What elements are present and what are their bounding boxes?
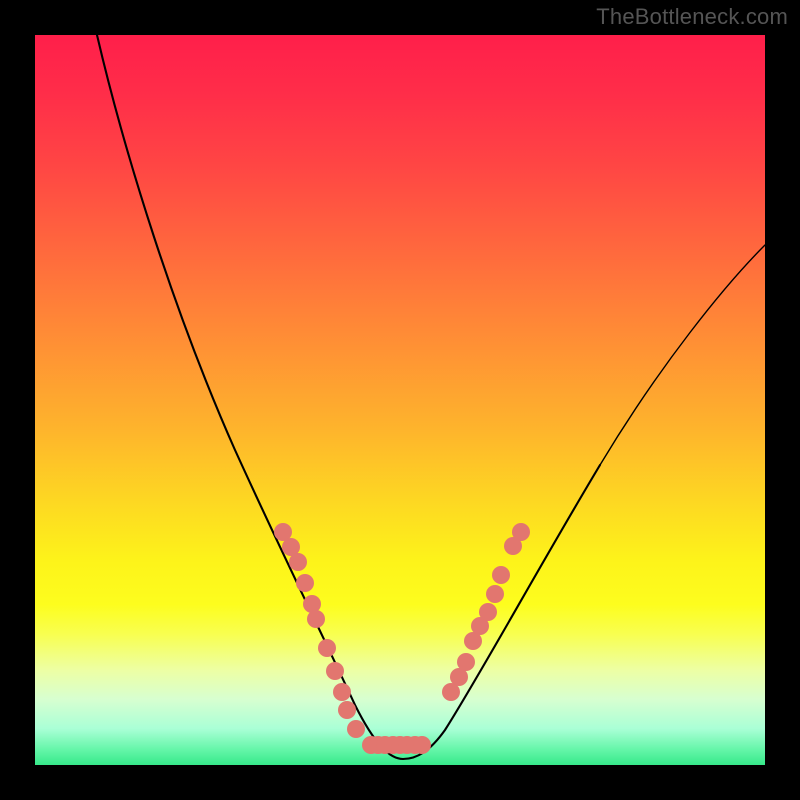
marker-dot bbox=[512, 523, 530, 541]
marker-dot bbox=[479, 603, 497, 621]
trough-markers bbox=[362, 736, 431, 754]
marker-dot bbox=[413, 736, 431, 754]
marker-dot bbox=[347, 720, 365, 738]
watermark-text: TheBottleneck.com bbox=[596, 4, 788, 30]
chart-svg bbox=[35, 35, 765, 765]
marker-dot bbox=[296, 574, 314, 592]
marker-dot bbox=[492, 566, 510, 584]
marker-dot bbox=[338, 701, 356, 719]
curve-right-tail bbox=[600, 245, 765, 465]
marker-dot bbox=[307, 610, 325, 628]
plot-area bbox=[35, 35, 765, 765]
marker-dot bbox=[333, 683, 351, 701]
right-cluster-markers bbox=[442, 523, 530, 701]
marker-dot bbox=[289, 553, 307, 571]
marker-dot bbox=[318, 639, 336, 657]
marker-dot bbox=[486, 585, 504, 603]
bottleneck-curve bbox=[97, 35, 765, 759]
curve-right bbox=[403, 465, 600, 759]
chart-frame: TheBottleneck.com bbox=[0, 0, 800, 800]
curve-left bbox=[97, 35, 403, 759]
marker-dot bbox=[457, 653, 475, 671]
marker-dot bbox=[326, 662, 344, 680]
